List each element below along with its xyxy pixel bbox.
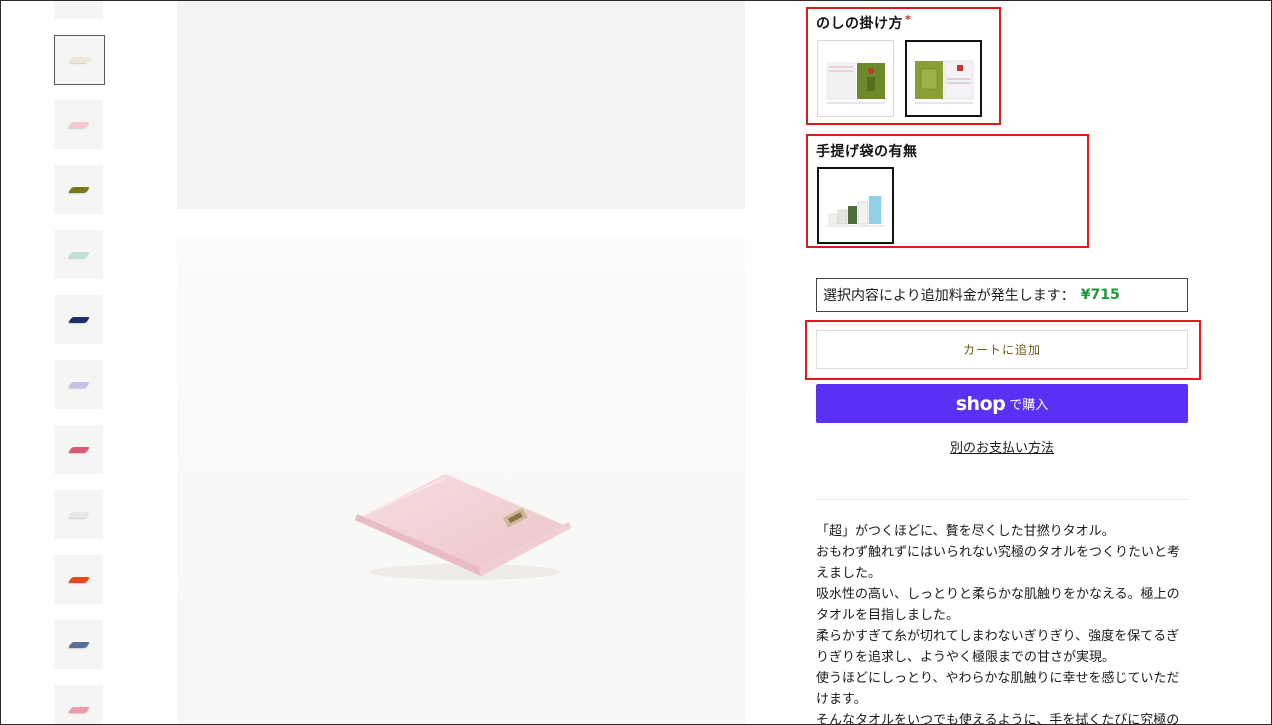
shop-pay-button[interactable]: shop で購入	[816, 384, 1188, 423]
towel-thumbnail-image	[67, 511, 90, 518]
add-to-cart-button[interactable]: カートに追加	[816, 330, 1188, 369]
noshi-option-inner[interactable]	[817, 40, 894, 117]
towel-thumbnail-image	[67, 576, 90, 583]
bag-image	[822, 175, 889, 236]
towel-thumbnail-image	[67, 446, 90, 453]
description-line: 吸水性の高い、しっとりと柔らかな肌触りをかなえる。極上の	[816, 587, 1180, 602]
towel-thumbnail-image	[67, 251, 90, 258]
description-line: 柔らかすぎて糸が切れてしまわないぎりぎり、強度を保てるぎ	[816, 629, 1180, 644]
bag-option[interactable]	[817, 167, 894, 244]
description-line: けます。	[816, 692, 867, 707]
description-line: 使うほどにしっとり、やわらかな肌触りに幸せを感じていただ	[816, 671, 1180, 686]
required-mark: *	[905, 13, 912, 26]
thumbnail-item[interactable]	[54, 555, 103, 604]
shop-pay-logo: shop	[955, 392, 1006, 415]
towel-thumbnail-image	[67, 121, 90, 128]
fee-amount: ¥715	[1080, 287, 1120, 303]
description-line: タオルを目指しました。	[816, 608, 960, 623]
thumbnail-item[interactable]	[54, 425, 103, 474]
noshi-outer-image	[910, 48, 977, 109]
thumbnail-item[interactable]	[54, 295, 103, 344]
bag-title: 手提げ袋の有無	[816, 144, 918, 160]
noshi-option-outer[interactable]	[905, 40, 982, 117]
thumbnail-item[interactable]	[54, 490, 103, 539]
thumbnail-item[interactable]	[54, 230, 103, 279]
description-line: そんなタオルをいつでも使えるように、手を拭くたびに究極の	[816, 713, 1180, 725]
shop-pay-label: で購入	[1009, 398, 1049, 413]
towel-thumbnail-image	[68, 57, 91, 63]
noshi-inner-image	[822, 48, 889, 109]
towel-thumbnail-image	[67, 706, 90, 713]
description-line: おもわず触れずにはいられない究極のタオルをつくりたいと考	[816, 545, 1181, 560]
divider	[816, 499, 1188, 500]
thumbnail-item[interactable]	[54, 620, 103, 669]
towel-thumbnail-image	[67, 316, 90, 323]
thumbnail-item[interactable]	[54, 35, 105, 85]
additional-fee-note: 選択内容により追加料金が発生します： ¥715	[816, 278, 1188, 312]
product-image-top	[177, 0, 745, 209]
fee-label: 選択内容により追加料金が発生します：	[823, 288, 1075, 304]
description-line: りぎりを追求し、ようやく極限までの甘さが実現。	[816, 650, 1116, 665]
description-line: えました。	[816, 566, 882, 581]
towel-thumbnail-image	[67, 186, 90, 193]
thumbnail-item[interactable]	[54, 0, 103, 19]
other-payment-link[interactable]: 別のお支払い方法	[816, 437, 1188, 456]
product-description: 「超」がつくほどに、贅を尽くした甘撚りタオル。おもわず触れずにはいられない究極の…	[816, 521, 1190, 725]
thumbnail-item[interactable]	[54, 100, 103, 149]
towel-thumbnail-image	[67, 641, 90, 648]
description-line: 「超」がつくほどに、贅を尽くした甘撚りタオル。	[816, 524, 1115, 539]
towel-thumbnail-image	[67, 381, 90, 388]
thumbnail-item[interactable]	[54, 685, 103, 725]
thumbnail-item[interactable]	[54, 360, 103, 409]
pink-towel-image	[355, 474, 571, 580]
thumbnail-item[interactable]	[54, 165, 103, 214]
noshi-title: のしの掛け方 *	[816, 13, 912, 32]
